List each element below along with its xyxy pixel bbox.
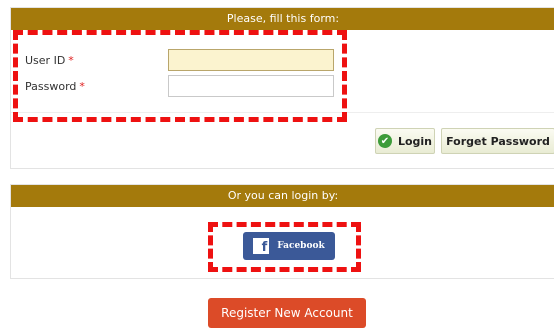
social-login-header: Or you can login by: <box>11 185 554 207</box>
register-new-account-button[interactable]: Register New Account <box>208 298 366 328</box>
form-highlight-box <box>13 30 347 122</box>
login-form-header: Please, fill this form: <box>11 8 554 30</box>
register-button-label: Register New Account <box>221 306 353 320</box>
forget-password-button[interactable]: Forget Password <box>441 128 554 154</box>
forget-password-label: Forget Password <box>446 134 550 148</box>
facebook-highlight-box <box>208 222 361 272</box>
check-icon: ✔ <box>377 134 392 148</box>
login-button-label: Login <box>397 134 433 148</box>
login-button[interactable]: ✔ Login <box>375 128 435 154</box>
